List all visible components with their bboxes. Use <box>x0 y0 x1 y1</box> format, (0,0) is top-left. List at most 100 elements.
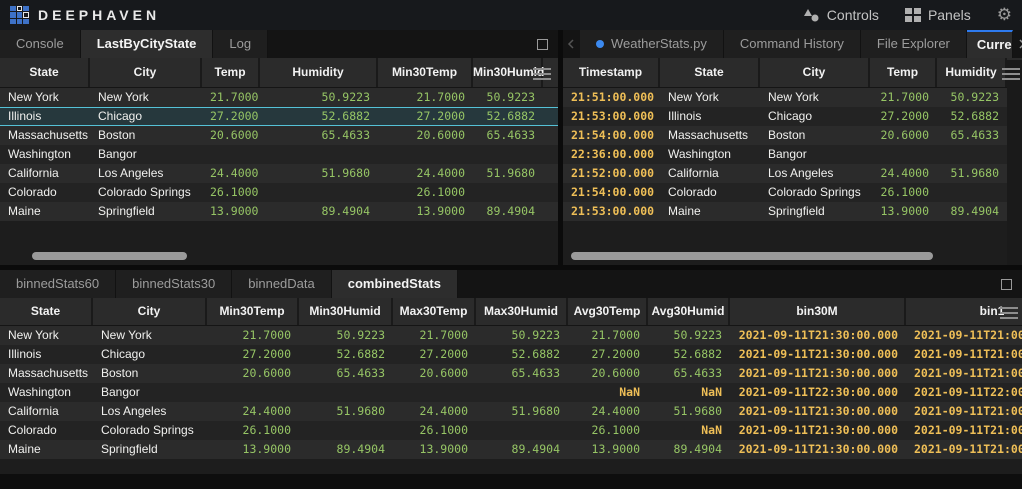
table-row[interactable]: ColoradoColorado Springs26.100026.1000 <box>0 183 558 202</box>
cell-max30humid[interactable]: 52.6882 <box>476 345 568 364</box>
column-header-avg30humid[interactable]: Avg30Humid <box>648 298 730 325</box>
cell-state[interactable]: Illinois <box>0 345 93 364</box>
cell-temp[interactable]: 26.1000 <box>870 183 937 202</box>
table-menu-icon[interactable] <box>1002 68 1020 80</box>
table-row[interactable]: New YorkNew York21.700050.922321.700050.… <box>0 326 1022 345</box>
cell-bin1[interactable]: 2021-09-11T21:00:00.000 <box>906 364 1022 383</box>
cell-max30temp[interactable]: 21.7000 <box>393 326 476 345</box>
cell-avg30temp[interactable]: 24.4000 <box>568 402 648 421</box>
table-row[interactable]: MassachusettsBoston20.600065.463320.6000… <box>0 126 558 145</box>
cell-max30humid[interactable]: 65.4633 <box>476 364 568 383</box>
cell-min30temp[interactable]: 20.6000 <box>378 126 473 145</box>
cell-bin1[interactable]: 2021-09-11T21:00:00.000 <box>906 421 1022 440</box>
cell-avg30humid[interactable]: 50.9223 <box>648 326 730 345</box>
table-row[interactable]: 21:53:00.000MaineSpringfield13.900089.49… <box>563 202 1022 221</box>
column-header-state[interactable]: State <box>660 58 760 87</box>
cell-bin1[interactable]: 2021-09-11T21:00:00.000 <box>906 326 1022 345</box>
table-row[interactable]: MaineSpringfield13.900089.490413.900089.… <box>0 202 558 221</box>
cell-timestamp[interactable]: 21:53:00.000 <box>563 202 660 221</box>
column-header-city[interactable]: City <box>760 58 870 87</box>
cell-bin30m[interactable]: 2021-09-11T21:30:00.000 <box>730 364 906 383</box>
table-row[interactable]: 21:54:00.000ColoradoColorado Springs26.1… <box>563 183 1022 202</box>
cell-min30humid[interactable]: 50.9223 <box>473 88 543 107</box>
cell-timestamp[interactable]: 22:36:00.000 <box>563 145 660 164</box>
tab-log[interactable]: Log <box>213 30 268 58</box>
cell-timestamp[interactable]: 21:51:00.000 <box>563 88 660 107</box>
cell-avg30temp[interactable]: 13.9000 <box>568 440 648 459</box>
cell-min30temp[interactable]: 21.7000 <box>207 326 299 345</box>
cell-city[interactable]: Bangor <box>93 383 207 402</box>
tab-current[interactable]: Curren <box>967 30 1013 58</box>
table-row[interactable]: CaliforniaLos Angeles24.400051.968024.40… <box>0 164 558 183</box>
cell-bin1[interactable]: 2021-09-11T21:00:00.000 <box>906 402 1022 421</box>
column-header-temp[interactable]: Temp <box>202 58 260 87</box>
table-row[interactable]: 21:54:00.000MassachusettsBoston20.600065… <box>563 126 1022 145</box>
cell-min30humid[interactable]: 89.4904 <box>473 202 543 221</box>
cell-bin30m[interactable]: 2021-09-11T21:30:00.000 <box>730 345 906 364</box>
cell-temp[interactable]: 20.6000 <box>870 126 937 145</box>
column-header-min30temp[interactable]: Min30Temp <box>378 58 473 87</box>
cell-humidity[interactable]: 50.9223 <box>937 88 1007 107</box>
cell-avg30humid[interactable]: NaN <box>648 421 730 440</box>
cell-city[interactable]: Bangor <box>90 145 202 164</box>
column-header-state[interactable]: State <box>0 58 90 87</box>
cell-city[interactable]: Chicago <box>93 345 207 364</box>
cell-city[interactable]: Los Angeles <box>90 164 202 183</box>
scrollbar-thumb[interactable] <box>571 252 933 260</box>
cell-timestamp[interactable]: 21:54:00.000 <box>563 183 660 202</box>
cell-avg30temp[interactable]: 20.6000 <box>568 364 648 383</box>
column-header-state[interactable]: State <box>0 298 93 325</box>
column-header-humidity[interactable]: Humidity <box>260 58 378 87</box>
tab-lastbycitystate[interactable]: LastByCityState <box>81 30 214 58</box>
cell-city[interactable]: New York <box>760 88 870 107</box>
column-header-temp[interactable]: Temp <box>870 58 937 87</box>
cell-state[interactable]: New York <box>0 326 93 345</box>
cell-temp[interactable] <box>870 145 937 164</box>
cell-state[interactable]: New York <box>0 88 90 107</box>
tabs-scroll-right-icon[interactable] <box>1013 39 1022 49</box>
cell-max30temp[interactable]: 27.2000 <box>393 345 476 364</box>
table-row[interactable]: 22:36:00.000WashingtonBangor <box>563 145 1022 164</box>
cell-min30humid[interactable]: 65.4633 <box>473 126 543 145</box>
table-row[interactable]: WashingtonBangor <box>0 145 558 164</box>
tab-console[interactable]: Console <box>0 30 81 58</box>
cell-state[interactable]: Massachusetts <box>0 126 90 145</box>
cell-state[interactable]: California <box>0 402 93 421</box>
cell-temp[interactable]: 21.7000 <box>202 88 260 107</box>
cell-bin1[interactable]: 2021-09-11T22:00:00.000 <box>906 383 1022 402</box>
cell-state[interactable]: Washington <box>0 145 90 164</box>
tab-binnedstats30[interactable]: binnedStats30 <box>116 270 232 298</box>
cell-min30humid[interactable]: 50.9223 <box>299 326 393 345</box>
cell-humidity[interactable]: 51.9680 <box>937 164 1007 183</box>
cell-city[interactable]: Bangor <box>760 145 870 164</box>
cell-max30humid[interactable]: 50.9223 <box>476 326 568 345</box>
gear-icon[interactable]: ⚙ <box>997 7 1012 24</box>
table-row[interactable]: ColoradoColorado Springs26.100026.100026… <box>0 421 1022 440</box>
controls-button[interactable]: Controls <box>804 7 879 23</box>
column-header-min30temp[interactable]: Min30Temp <box>207 298 299 325</box>
table-row[interactable]: MassachusettsBoston20.600065.463320.6000… <box>0 364 1022 383</box>
cell-min30humid[interactable] <box>473 145 543 164</box>
cell-city[interactable]: Springfield <box>93 440 207 459</box>
column-header-max30temp[interactable]: Max30Temp <box>393 298 476 325</box>
cell-avg30temp[interactable]: 21.7000 <box>568 326 648 345</box>
table-menu-icon[interactable] <box>533 68 551 80</box>
cell-max30temp[interactable]: 13.9000 <box>393 440 476 459</box>
cell-state[interactable]: Colorado <box>0 183 90 202</box>
cell-state[interactable]: Maine <box>660 202 760 221</box>
tab-file-explorer[interactable]: File Explorer <box>861 30 967 58</box>
cell-min30humid[interactable]: 52.6882 <box>473 107 543 126</box>
cell-city[interactable]: New York <box>93 326 207 345</box>
tabs-scroll-left-icon[interactable] <box>563 30 580 58</box>
cell-avg30temp[interactable]: 26.1000 <box>568 421 648 440</box>
cell-humidity[interactable]: 50.9223 <box>260 88 378 107</box>
cell-bin30m[interactable]: 2021-09-11T21:30:00.000 <box>730 402 906 421</box>
cell-city[interactable]: Los Angeles <box>760 164 870 183</box>
cell-temp[interactable]: 24.4000 <box>870 164 937 183</box>
table-menu-icon[interactable] <box>1000 307 1018 319</box>
cell-state[interactable]: Massachusetts <box>660 126 760 145</box>
table-row[interactable]: WashingtonBangorNaNNaN2021-09-11T22:30:0… <box>0 383 1022 402</box>
cell-city[interactable]: Springfield <box>760 202 870 221</box>
cell-city[interactable]: Boston <box>760 126 870 145</box>
cell-state[interactable]: Colorado <box>660 183 760 202</box>
